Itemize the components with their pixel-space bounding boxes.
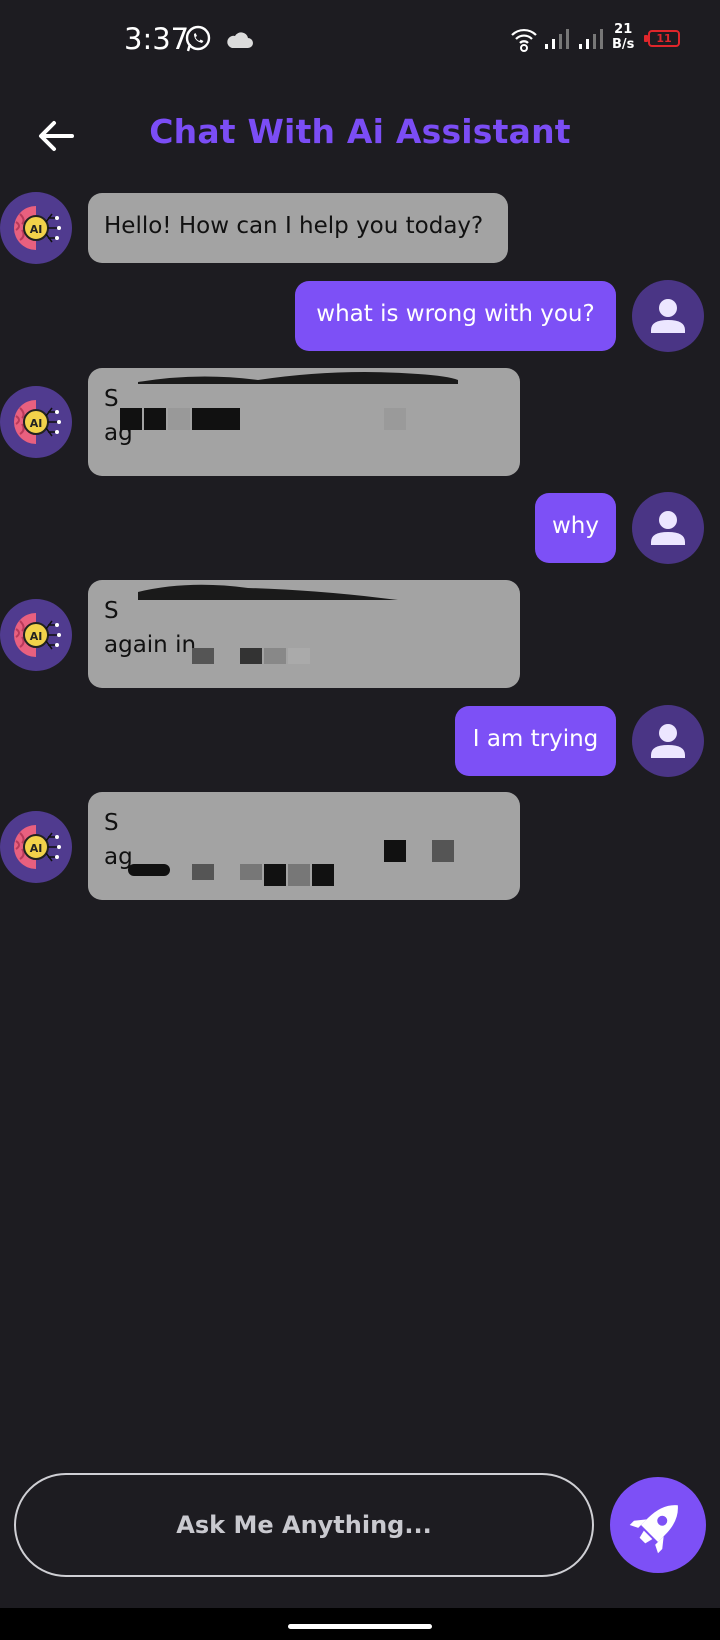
message-text: S (104, 810, 119, 836)
system-nav-bar (0, 1608, 720, 1640)
ai-brain-icon: AI (14, 400, 61, 444)
redaction-block (288, 648, 310, 664)
battery-icon: 11 (648, 30, 680, 47)
message-text: I am trying (472, 726, 599, 752)
bot-message-redacted: S again in (88, 580, 520, 688)
status-bar: 3:37 21 B/s 11 (0, 0, 720, 80)
redaction-block (120, 408, 142, 430)
message-text: what is wrong with you? (316, 301, 595, 327)
ai-brain-icon: AI (14, 613, 61, 657)
redaction-block (264, 864, 286, 886)
redaction-scribble (138, 372, 458, 384)
person-icon (651, 299, 685, 333)
status-time: 3:37 (124, 22, 190, 56)
redaction-block (384, 840, 406, 862)
page-title-text: Chat With Ai Assistant (149, 112, 571, 151)
net-speed-unit: B/s (612, 37, 635, 52)
message-text: why (552, 513, 599, 539)
redaction-block (288, 864, 310, 886)
input-placeholder: Ask Me Anything... (176, 1511, 432, 1539)
user-avatar (632, 280, 704, 352)
redaction-block (432, 840, 454, 862)
ai-avatar: AI (0, 386, 72, 458)
ai-avatar: AI (0, 811, 72, 883)
redaction-block (384, 408, 406, 430)
message-text: Hello! How can I help you today? (104, 213, 484, 239)
user-message: I am trying (455, 706, 616, 776)
cloud-icon (227, 32, 253, 48)
whatsapp-icon (185, 25, 211, 52)
redaction-block (240, 864, 262, 880)
user-message: why (535, 493, 616, 563)
ai-avatar: AI (0, 599, 72, 671)
network-speed: 21 B/s (612, 22, 634, 52)
bot-message-redacted: S ag (88, 792, 520, 900)
redaction-block (168, 408, 190, 430)
ai-avatar: AI (0, 192, 72, 264)
svg-text:AI: AI (30, 417, 43, 430)
person-icon (651, 511, 685, 545)
redaction-block (144, 408, 166, 430)
redaction-block (264, 648, 286, 664)
signal-icon (545, 29, 569, 49)
user-avatar (632, 492, 704, 564)
user-avatar (632, 705, 704, 777)
bot-message: Hello! How can I help you today? (88, 193, 508, 263)
page-title: Chat With Ai Assistant (0, 112, 720, 151)
redaction-block (128, 864, 170, 876)
net-speed-value: 21 (614, 22, 633, 37)
ai-brain-icon: AI (14, 825, 61, 869)
signal-icon (579, 29, 603, 49)
bot-message-redacted: S ag (88, 368, 520, 476)
rocket-icon (629, 1505, 678, 1554)
battery-level: 11 (656, 32, 672, 45)
redaction-block (192, 648, 214, 664)
wifi-icon (511, 28, 537, 52)
redaction-scribble (138, 584, 398, 600)
svg-text:AI: AI (30, 842, 43, 855)
ai-brain-icon: AI (14, 206, 61, 250)
svg-text:AI: AI (30, 223, 43, 236)
redaction-block (312, 864, 334, 886)
svg-text:AI: AI (30, 630, 43, 643)
send-button[interactable] (610, 1477, 706, 1573)
person-icon (651, 724, 685, 758)
redaction-block (192, 408, 240, 430)
user-message: what is wrong with you? (295, 281, 616, 351)
redaction-block (240, 648, 262, 664)
home-indicator[interactable] (288, 1624, 432, 1629)
message-input[interactable]: Ask Me Anything... (14, 1473, 594, 1577)
redaction-block (192, 864, 214, 880)
